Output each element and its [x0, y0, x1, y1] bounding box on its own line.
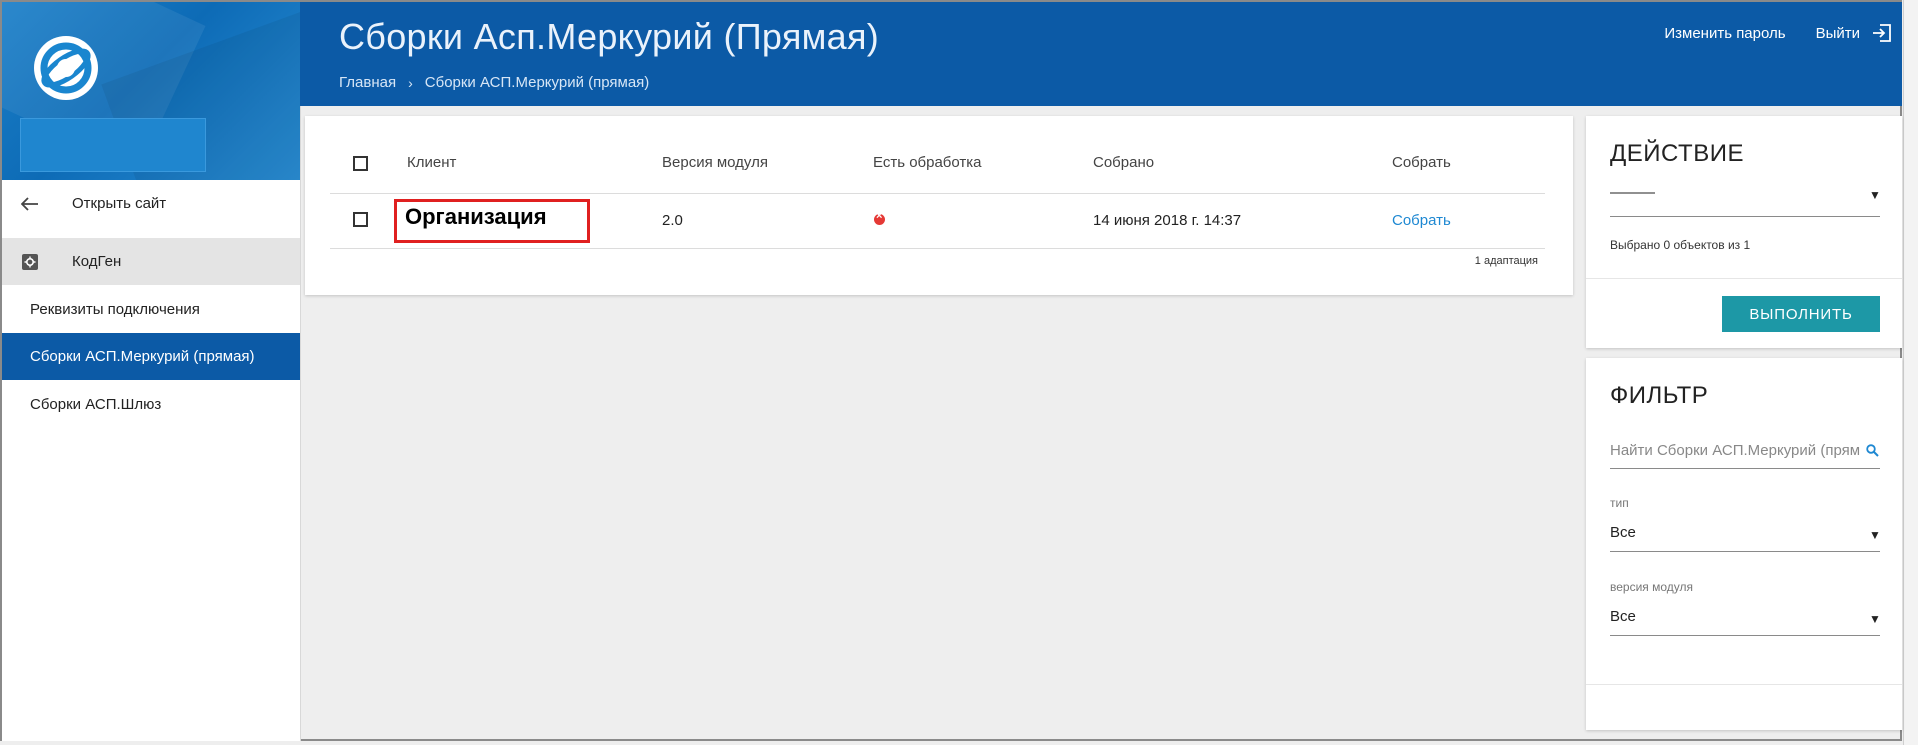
- search-placeholder: Найти Сборки АСП.Меркурий (прямая): [1610, 442, 1860, 459]
- version-filter-value: Все: [1610, 608, 1636, 625]
- type-filter-value: Все: [1610, 524, 1636, 541]
- brand-area: [2, 2, 300, 180]
- results-table-card: Клиент Версия модуля Есть обработка Собр…: [305, 116, 1573, 295]
- breadcrumb-home[interactable]: Главная: [339, 74, 396, 91]
- sidebar-item-gateway[interactable]: Сборки АСП.Шлюз: [2, 381, 300, 428]
- client-name[interactable]: Организация: [405, 204, 547, 230]
- page-header: Сборки Асп.Меркурий (Прямая) Главная › С…: [300, 2, 1902, 106]
- logout-link[interactable]: Выйти: [1816, 25, 1860, 42]
- selected-info: Выбрано 0 объектов из 1: [1610, 238, 1751, 252]
- row-divider: [330, 248, 1545, 249]
- sidebar-item-label: Сборки АСП.Шлюз: [30, 396, 162, 413]
- filter-panel-title: ФИЛЬТР: [1610, 382, 1709, 409]
- header-divider: [330, 193, 1545, 194]
- select-all-checkbox[interactable]: [353, 156, 368, 171]
- header-actions: Изменить пароль Выйти: [1634, 24, 1892, 42]
- error-icon: [874, 210, 885, 225]
- brand-placeholder-box: [20, 118, 206, 172]
- sidebar-group-label: КодГен: [72, 253, 122, 270]
- search-underline: [1610, 468, 1880, 469]
- page-title: Сборки Асп.Меркурий (Прямая): [339, 16, 880, 57]
- gear-icon: [10, 253, 50, 270]
- collect-link[interactable]: Собрать: [1392, 212, 1451, 229]
- chevron-right-icon: ›: [408, 74, 413, 91]
- dropdown-caret-icon: ▼: [1869, 528, 1881, 542]
- change-password-link[interactable]: Изменить пароль: [1664, 25, 1785, 42]
- filter-panel: ФИЛЬТР Найти Сборки АСП.Меркурий (прямая…: [1586, 358, 1902, 730]
- breadcrumb: Главная › Сборки АСП.Меркурий (прямая): [339, 74, 649, 91]
- action-select-underline: [1610, 216, 1880, 217]
- window-scrollbar[interactable]: [1903, 0, 1918, 745]
- logo-icon[interactable]: [34, 36, 98, 100]
- panel-divider: [1586, 278, 1902, 279]
- column-header-client[interactable]: Клиент: [407, 154, 456, 171]
- version-filter-label: версия модуля: [1610, 580, 1694, 594]
- action-panel-title: ДЕЙСТВИЕ: [1610, 140, 1744, 167]
- row-checkbox[interactable]: [353, 212, 368, 227]
- run-button[interactable]: ВЫПОЛНИТЬ: [1722, 296, 1880, 332]
- module-version: 2.0: [662, 212, 683, 229]
- sidebar: Открыть сайт КодГен Реквизиты подключени…: [2, 2, 301, 741]
- action-select-value: ———: [1610, 184, 1655, 201]
- sidebar-item-mercury-direct[interactable]: Сборки АСП.Меркурий (прямая): [2, 333, 300, 380]
- arrow-left-icon: [10, 196, 50, 211]
- search-icon[interactable]: [1866, 444, 1879, 462]
- column-header-processing[interactable]: Есть обработка: [873, 154, 982, 171]
- sidebar-item-connection-details[interactable]: Реквизиты подключения: [2, 286, 300, 333]
- logout-icon[interactable]: [1872, 24, 1892, 42]
- sidebar-item-label: Сборки АСП.Меркурий (прямая): [30, 348, 255, 365]
- column-header-collected[interactable]: Собрано: [1093, 154, 1154, 171]
- sidebar-item-label: Открыть сайт: [72, 195, 167, 212]
- type-filter-underline: [1610, 551, 1880, 552]
- dropdown-caret-icon: ▼: [1869, 188, 1881, 202]
- version-filter-underline: [1610, 635, 1880, 636]
- panel-divider: [1586, 684, 1902, 685]
- sidebar-item-label: Реквизиты подключения: [30, 301, 200, 318]
- dropdown-caret-icon: ▼: [1869, 612, 1881, 626]
- breadcrumb-current: Сборки АСП.Меркурий (прямая): [424, 74, 650, 91]
- column-header-version[interactable]: Версия модуля: [662, 154, 768, 171]
- result-count: 1 адаптация: [1474, 255, 1538, 267]
- column-header-collect: Собрать: [1392, 154, 1451, 171]
- type-filter-label: тип: [1610, 496, 1629, 510]
- sidebar-group-kodgen[interactable]: КодГен: [2, 238, 300, 285]
- collected-date: 14 июня 2018 г. 14:37: [1093, 212, 1242, 229]
- action-panel: ДЕЙСТВИЕ ——— ▼ Выбрано 0 объектов из 1 В…: [1586, 116, 1902, 348]
- sidebar-item-open-site[interactable]: Открыть сайт: [2, 180, 300, 227]
